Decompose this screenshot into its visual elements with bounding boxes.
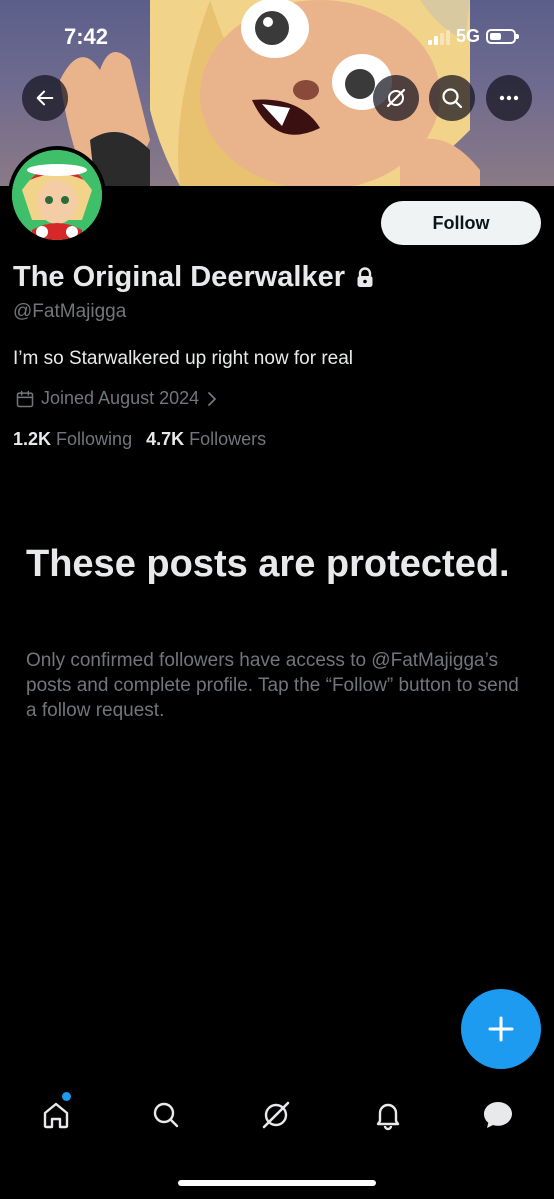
joined-date[interactable]: Joined August 2024 — [15, 388, 219, 409]
more-button[interactable] — [486, 75, 532, 121]
calendar-icon — [16, 390, 34, 407]
bottom-tab-bar — [0, 1085, 554, 1145]
back-button[interactable] — [22, 75, 68, 121]
avatar-image — [12, 150, 102, 240]
protected-message: Only confirmed followers have access to … — [26, 650, 519, 721]
chevron-right-icon — [208, 391, 217, 406]
avatar[interactable] — [8, 146, 106, 244]
tab-search[interactable] — [146, 1095, 186, 1135]
follow-button[interactable]: Follow — [381, 201, 541, 245]
compose-button[interactable] — [461, 989, 541, 1069]
joined-text: Joined August 2024 — [41, 388, 200, 408]
tab-grok[interactable] — [256, 1095, 296, 1135]
followers-link[interactable]: 4.7K Followers — [146, 429, 266, 450]
notifications-icon — [376, 1103, 400, 1131]
messages-icon — [484, 1102, 512, 1128]
followers-label: Followers — [189, 429, 267, 449]
home-icon — [43, 1102, 69, 1129]
followers-count: 4.7K — [146, 429, 185, 449]
grok-button[interactable] — [373, 75, 419, 121]
battery-icon — [486, 29, 519, 44]
follow-counts: 1.2K Following 4.7K Followers — [13, 429, 266, 450]
tab-home[interactable] — [36, 1095, 76, 1135]
following-count: 1.2K — [13, 429, 52, 449]
search-button[interactable] — [429, 75, 475, 121]
tab-messages[interactable] — [478, 1095, 518, 1135]
handle: @FatMajigga — [13, 301, 127, 322]
home-notification-dot — [62, 1092, 71, 1101]
tab-notifications[interactable] — [368, 1095, 408, 1135]
bio: I’m so Starwalkered up right now for rea… — [13, 348, 354, 369]
status-indicators: 5G — [427, 26, 519, 47]
lock-icon — [357, 266, 373, 287]
display-name: The Original Deerwalker — [13, 261, 375, 294]
more-icon — [499, 95, 519, 101]
search-icon — [153, 1102, 179, 1128]
arrow-left-icon — [36, 90, 54, 106]
grok-icon — [262, 1101, 290, 1129]
home-indicator — [178, 1180, 376, 1186]
grok-icon — [386, 88, 406, 108]
following-link[interactable]: 1.2K Following — [13, 429, 132, 450]
signal-icon — [427, 29, 450, 45]
protected-title: These posts are protected. — [26, 543, 510, 585]
following-label: Following — [56, 429, 133, 449]
display-name-text: The Original Deerwalker — [13, 261, 346, 293]
plus-icon — [488, 1016, 514, 1042]
search-icon — [442, 88, 463, 109]
network-type: 5G — [455, 26, 480, 46]
status-time: 7:42 — [64, 24, 109, 49]
